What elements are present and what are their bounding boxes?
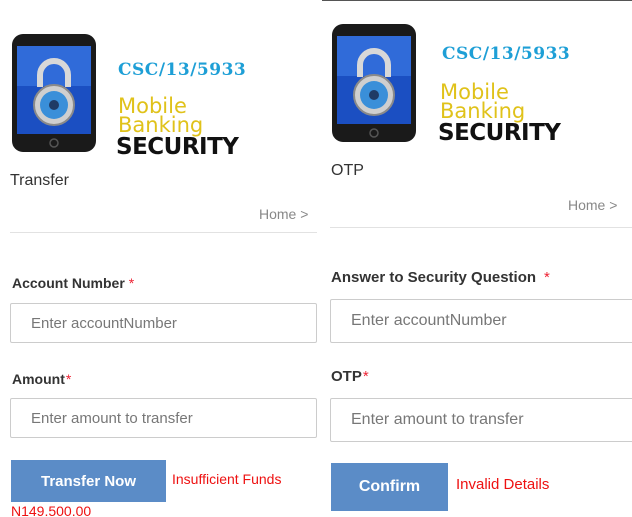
logo-banking-text: Banking bbox=[118, 113, 204, 137]
security-answer-input[interactable] bbox=[330, 299, 632, 343]
app-logo: CSC/13/5933 Mobile Banking SECURITY bbox=[8, 33, 278, 160]
breadcrumb-home-link[interactable]: Home > bbox=[568, 197, 617, 213]
security-answer-label-text: Answer to Security Question bbox=[331, 269, 537, 286]
required-mark: * bbox=[362, 368, 369, 385]
page-title: OTP bbox=[331, 162, 364, 179]
account-number-input[interactable] bbox=[10, 303, 317, 343]
amount-label: Amount* bbox=[12, 371, 71, 387]
otp-input[interactable] bbox=[330, 398, 632, 442]
error-message: Insufficient Funds bbox=[172, 471, 282, 487]
logo-code: CSC/13/5933 bbox=[442, 44, 571, 64]
balance-text: N149,500.00 bbox=[11, 503, 92, 516]
otp-label: OTP* bbox=[331, 368, 369, 385]
logo-code: CSC/13/5933 bbox=[118, 60, 247, 80]
amount-input[interactable] bbox=[10, 398, 317, 438]
logo-banking-text: Banking bbox=[440, 99, 526, 123]
transfer-now-button[interactable]: Transfer Now bbox=[11, 460, 166, 502]
transfer-panel: CSC/13/5933 Mobile Banking SECURITY Tran… bbox=[0, 0, 317, 516]
account-number-label: Account Number * bbox=[12, 275, 134, 291]
required-mark: * bbox=[65, 371, 72, 387]
amount-label-text: Amount bbox=[12, 371, 65, 387]
error-message: Invalid Details bbox=[456, 476, 550, 493]
logo-security-text: SECURITY bbox=[438, 120, 561, 146]
padlock-phone-icon bbox=[12, 34, 96, 152]
breadcrumb-home-link[interactable]: Home > bbox=[259, 206, 308, 222]
otp-label-text: OTP bbox=[331, 368, 362, 385]
divider bbox=[330, 227, 632, 228]
app-logo: CSC/13/5933 Mobile Banking SECURITY bbox=[328, 23, 598, 146]
required-mark: * bbox=[544, 269, 550, 286]
logo-security-text: SECURITY bbox=[116, 134, 239, 160]
security-answer-label: Answer to Security Question * bbox=[331, 269, 550, 286]
account-number-label-text: Account Number bbox=[12, 275, 125, 291]
padlock-phone-icon bbox=[332, 24, 416, 142]
required-mark: * bbox=[128, 275, 135, 291]
divider bbox=[10, 232, 317, 233]
page-title: Transfer bbox=[10, 172, 69, 189]
confirm-button[interactable]: Confirm bbox=[331, 463, 448, 511]
otp-panel: CSC/13/5933 Mobile Banking SECURITY OTP … bbox=[322, 0, 632, 517]
